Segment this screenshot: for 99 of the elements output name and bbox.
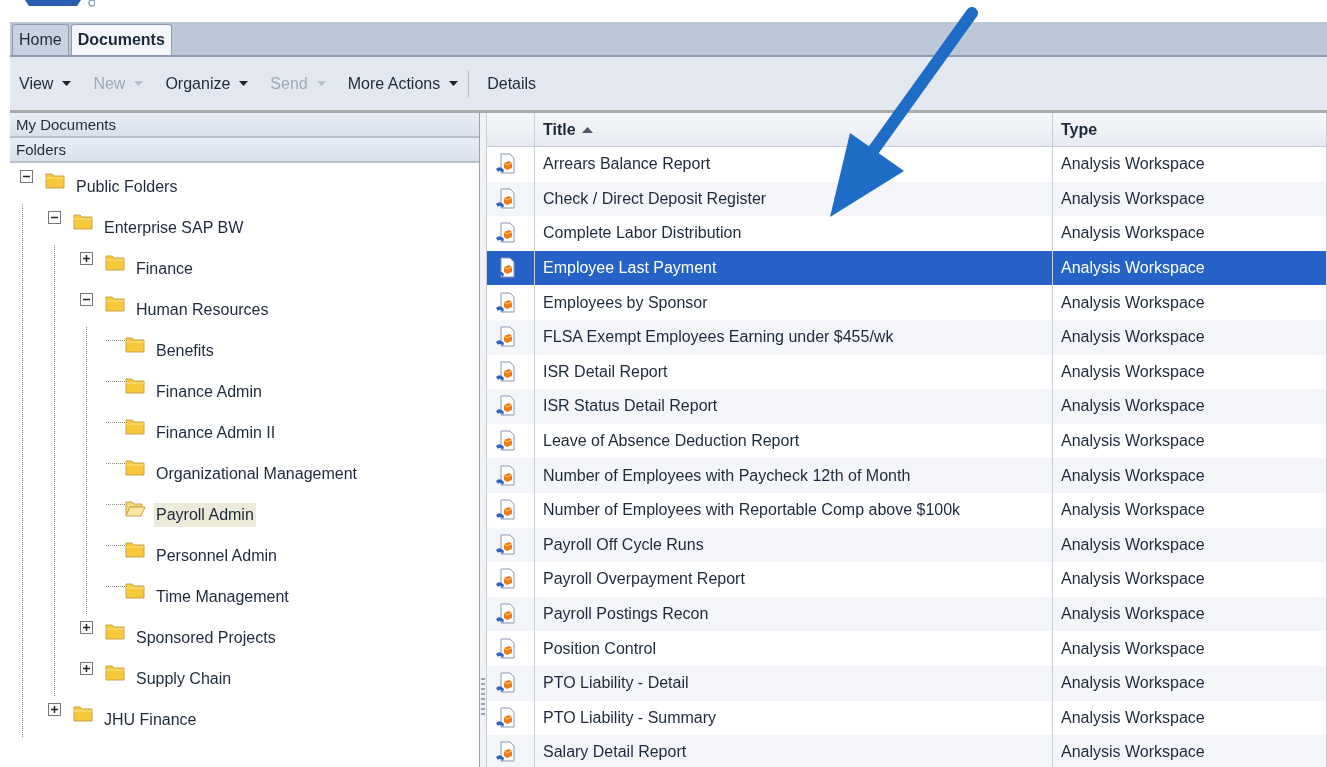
report-icon [495,430,517,453]
toolbar-button[interactable]: More Actions [347,71,459,96]
table-cell: Analysis Workspace [1053,319,1327,355]
tree-item[interactable]: Personnel Admin [154,543,279,568]
collapse-icon[interactable] [20,170,33,183]
table-cell[interactable]: Salary Detail Report [535,735,1053,767]
collapse-icon[interactable] [80,293,93,306]
report-icon [495,533,517,556]
report-icon [495,326,517,349]
toolbar-button[interactable]: View [19,71,72,96]
folder-icon [125,334,146,353]
report-icon [495,153,517,176]
table-cell[interactable]: ISR Status Detail Report [535,389,1053,424]
table-cell[interactable]: Payroll Overpayment Report [535,562,1053,597]
table-cell[interactable]: PTO Liability - Detail [535,665,1053,701]
table-cell[interactable]: Payroll Postings Recon [535,596,1053,632]
section-header[interactable]: My Documents [10,113,479,138]
caret-icon [449,81,459,86]
expand-icon[interactable] [48,703,61,716]
table-cell: Analysis Workspace [1053,181,1327,217]
folder-icon [105,621,126,640]
folder-icon [73,211,94,230]
table-cell: Analysis Workspace [1053,389,1327,424]
folder-icon [105,662,126,681]
table-cell[interactable]: Employee Last Payment [535,250,1053,286]
table-cell: Analysis Workspace [1053,665,1327,701]
table-cell[interactable]: FLSA Exempt Employees Earning under $455/wk [535,319,1053,355]
table-cell: Analysis Workspace [1053,735,1327,767]
table-cell[interactable]: Payroll Off Cycle Runs [535,527,1053,563]
report-icon [495,291,517,314]
report-icon [495,672,517,695]
table-cell: Analysis Workspace [1053,562,1327,597]
table-cell: Analysis Workspace [1053,216,1327,251]
folder-icon [125,416,146,435]
tree-item[interactable]: Human Resources [134,297,271,322]
folder-icon [125,539,146,558]
report-icon [495,706,517,729]
tree-item[interactable]: Public Folders [74,174,180,199]
table-cell: Analysis Workspace [1053,492,1327,528]
folder-icon [73,703,94,722]
report-icon [495,603,517,625]
caret-icon [316,81,326,86]
table-cell: Analysis Workspace [1053,596,1327,632]
folder-icon [45,170,66,189]
tree-item[interactable]: Enterprise SAP BW [102,215,246,240]
table-cell: Analysis Workspace [1053,527,1327,563]
tree-item[interactable]: Organizational Management [154,461,359,486]
table-cell[interactable]: Number of Employees with Paycheck 12th of Month [535,458,1053,493]
report-icon [495,222,517,245]
tree-item[interactable]: Sponsored Projects [134,625,278,650]
logo-fragment-icon [25,0,95,10]
report-icon [495,257,517,280]
report-icon [495,464,517,487]
splitter-grip[interactable] [481,678,485,718]
tree-item[interactable]: Finance Admin [154,379,264,404]
table-cell[interactable]: Check / Direct Deposit Register [535,181,1053,217]
tree-item[interactable]: Finance [134,256,195,281]
table-cell[interactable]: Position Control [535,631,1053,666]
tab[interactable]: Home [12,24,69,55]
table-cell: Analysis Workspace [1053,250,1327,286]
report-icon [495,637,517,660]
report-icon [495,395,517,418]
section-header[interactable]: Folders [10,138,479,163]
folder-icon [105,252,126,271]
expand-icon[interactable] [80,252,93,265]
tree-item[interactable]: Payroll Admin [154,502,256,527]
toolbar-button[interactable]: Organize [165,71,249,96]
table-cell[interactable]: Employees by Sponsor [535,285,1053,320]
table-cell[interactable]: Number of Employees with Reportable Comp above $100k [535,492,1053,528]
report-icon [495,741,517,764]
toolbar-button[interactable]: Details [487,71,537,96]
expand-icon[interactable] [80,621,93,634]
expand-icon[interactable] [80,662,93,675]
column-header[interactable]: Title [535,113,1053,147]
tree-item[interactable]: Time Management [154,584,291,609]
open-folder-icon [125,498,146,517]
report-icon [495,187,517,210]
column-header[interactable]: Type [1053,113,1327,147]
table-cell: Analysis Workspace [1053,147,1327,182]
folder-icon [125,457,146,476]
table-cell[interactable]: Complete Labor Distribution [535,216,1053,251]
folder-icon [125,580,146,599]
table-cell: Analysis Workspace [1053,631,1327,666]
table-cell: Analysis Workspace [1053,458,1327,493]
tree-item[interactable]: Benefits [154,338,216,363]
report-icon [495,568,517,591]
report-icon [495,360,517,383]
collapse-icon[interactable] [48,211,61,224]
tree-item[interactable]: Supply Chain [134,666,234,691]
folder-icon [125,375,146,394]
caret-icon [239,81,249,86]
tab[interactable]: Documents [70,24,172,55]
tree-item[interactable]: JHU Finance [102,707,199,732]
table-cell: Analysis Workspace [1053,285,1327,320]
caret-icon [62,81,72,86]
caret-icon [134,81,144,86]
report-icon [495,499,517,522]
folder-icon [105,293,126,312]
tree-item[interactable]: Finance Admin II [154,420,278,445]
